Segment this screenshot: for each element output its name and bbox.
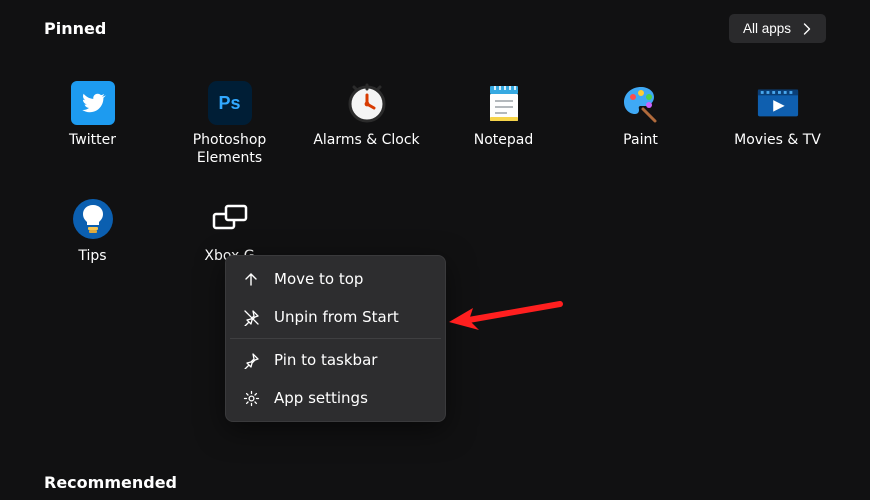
app-label: Alarms & Clock xyxy=(313,131,419,149)
app-tips[interactable]: Tips xyxy=(24,189,161,265)
app-label: Notepad xyxy=(474,131,534,149)
app-paint[interactable]: Paint xyxy=(572,73,709,167)
recommended-title: Recommended xyxy=(44,473,177,492)
ctx-label: Pin to taskbar xyxy=(274,351,377,369)
unpin-icon xyxy=(242,308,260,326)
notepad-icon xyxy=(482,81,526,125)
app-label: Photoshop Elements xyxy=(170,131,290,167)
pinned-apps-grid: Twitter Ps Photoshop Elements Alarms & C… xyxy=(0,43,870,266)
ctx-label: Unpin from Start xyxy=(274,308,399,326)
all-apps-label: All apps xyxy=(743,21,791,36)
clock-icon xyxy=(345,81,389,125)
ctx-unpin-from-start[interactable]: Unpin from Start xyxy=(226,298,445,336)
context-menu: Move to top Unpin from Start Pin to task… xyxy=(225,255,446,422)
pinned-title: Pinned xyxy=(44,19,106,38)
pinned-section-header: Pinned All apps xyxy=(0,0,870,43)
app-alarms-clock[interactable]: Alarms & Clock xyxy=(298,73,435,167)
xbox-game-bar-icon xyxy=(208,197,252,241)
ctx-move-to-top[interactable]: Move to top xyxy=(226,260,445,298)
gear-icon xyxy=(242,389,260,407)
pin-icon xyxy=(242,351,260,369)
app-label: Movies & TV xyxy=(734,131,821,149)
menu-separator xyxy=(230,338,441,339)
annotation-arrow xyxy=(445,296,565,342)
app-movies-tv[interactable]: Movies & TV xyxy=(709,73,846,167)
twitter-icon xyxy=(71,81,115,125)
app-photoshop-elements[interactable]: Ps Photoshop Elements xyxy=(161,73,298,167)
ctx-label: Move to top xyxy=(274,270,363,288)
app-label: Tips xyxy=(78,247,106,265)
tips-icon xyxy=(71,197,115,241)
ctx-pin-to-taskbar[interactable]: Pin to taskbar xyxy=(226,341,445,379)
app-label: Twitter xyxy=(69,131,116,149)
ctx-label: App settings xyxy=(274,389,368,407)
all-apps-button[interactable]: All apps xyxy=(729,14,826,43)
arrow-up-icon xyxy=(242,270,260,288)
app-twitter[interactable]: Twitter xyxy=(24,73,161,167)
app-notepad[interactable]: Notepad xyxy=(435,73,572,167)
paint-icon xyxy=(619,81,663,125)
chevron-right-icon xyxy=(803,23,812,35)
app-label: Paint xyxy=(623,131,658,149)
photoshop-icon: Ps xyxy=(208,81,252,125)
ctx-app-settings[interactable]: App settings xyxy=(226,379,445,417)
movies-tv-icon xyxy=(756,81,800,125)
